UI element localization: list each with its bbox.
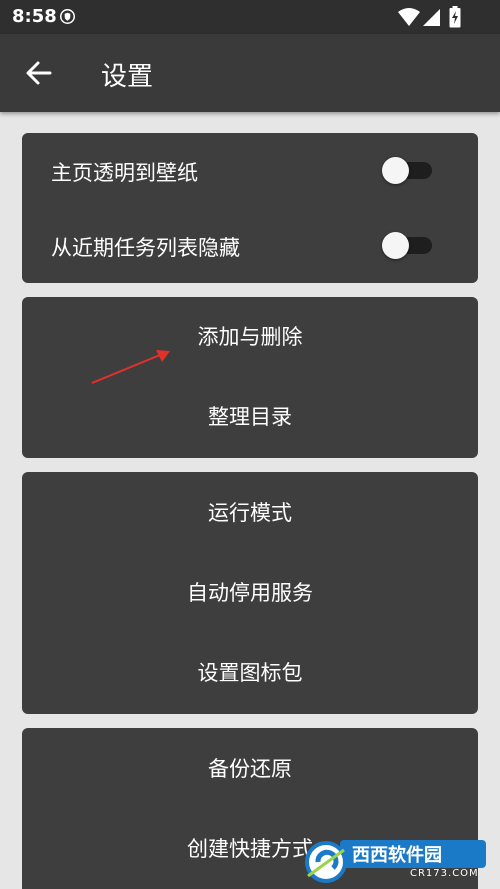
menu-item-organize-directory[interactable]: 整理目录 bbox=[22, 382, 478, 452]
status-time: 8:58 bbox=[12, 6, 57, 27]
card-system: 运行模式 自动停用服务 设置图标包 bbox=[22, 472, 478, 714]
transparent-wallpaper-toggle[interactable] bbox=[382, 157, 434, 184]
back-arrow-icon[interactable] bbox=[24, 58, 54, 88]
site-watermark: 西西软件园 CR173.COM bbox=[300, 836, 490, 889]
toggle-thumb bbox=[382, 232, 409, 259]
menu-item-auto-disable-service[interactable]: 自动停用服务 bbox=[22, 558, 478, 628]
page-title: 设置 bbox=[101, 62, 154, 92]
menu-item-run-mode[interactable]: 运行模式 bbox=[22, 478, 478, 548]
card-display-options: 主页透明到壁纸 从近期任务列表隐藏 bbox=[22, 133, 478, 283]
status-bar: 8:58 bbox=[0, 0, 500, 34]
battery-charging-icon bbox=[449, 6, 461, 28]
setting-hide-from-recents[interactable]: 从近期任务列表隐藏 bbox=[22, 208, 478, 282]
setting-label: 主页透明到壁纸 bbox=[51, 161, 198, 185]
app-bar: 设置 bbox=[0, 34, 500, 112]
menu-item-backup-restore[interactable]: 备份还原 bbox=[22, 734, 478, 804]
wifi-icon bbox=[398, 8, 420, 26]
toggle-thumb bbox=[382, 157, 409, 184]
hide-from-recents-toggle[interactable] bbox=[382, 232, 434, 259]
menu-item-icon-pack[interactable]: 设置图标包 bbox=[22, 638, 478, 708]
setting-label: 从近期任务列表隐藏 bbox=[51, 236, 240, 260]
setting-transparent-wallpaper[interactable]: 主页透明到壁纸 bbox=[22, 133, 478, 207]
watermark-text: 西西软件园 bbox=[352, 845, 442, 866]
shield-icon bbox=[60, 9, 75, 24]
annotation-arrow-icon bbox=[91, 350, 170, 384]
signal-icon bbox=[423, 9, 440, 26]
watermark-domain: CR173.COM bbox=[410, 868, 479, 879]
